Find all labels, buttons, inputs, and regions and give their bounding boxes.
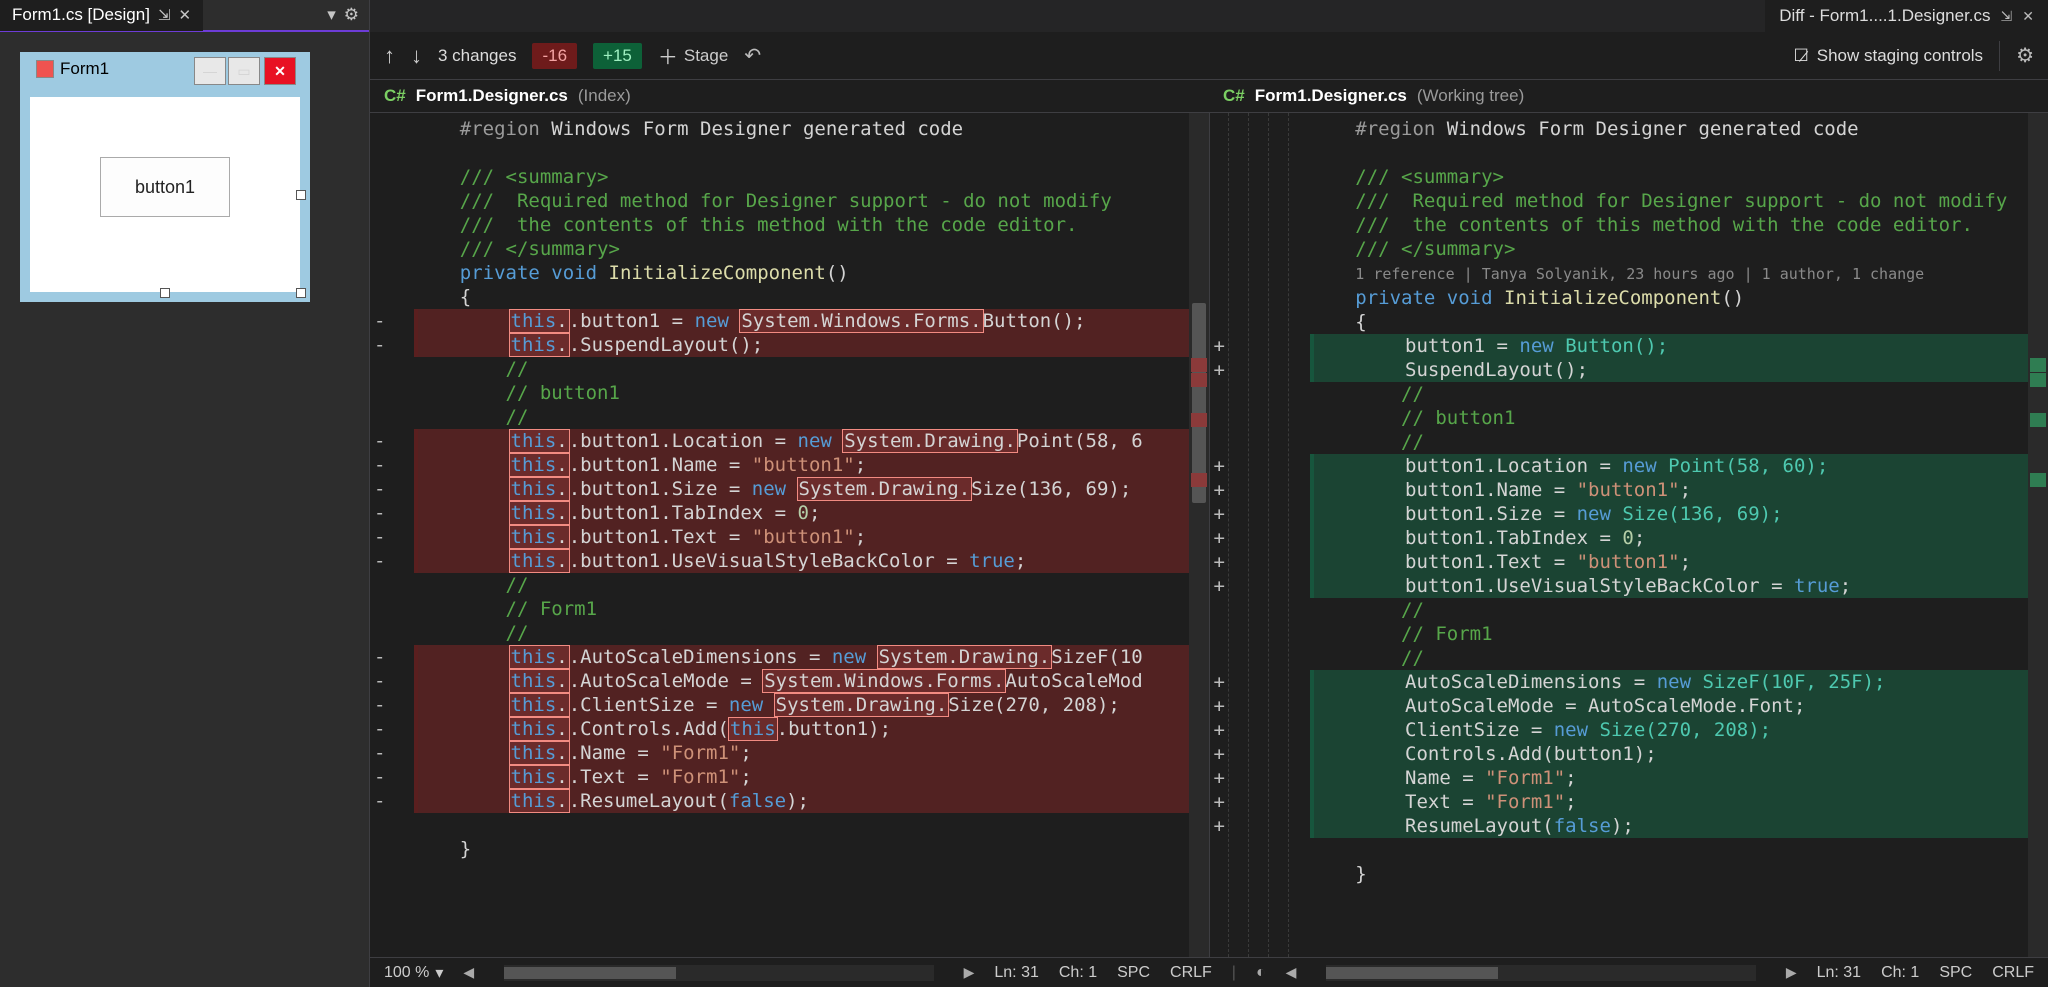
eol-indicator[interactable]: CRLF [1170,964,1212,982]
settings-icon[interactable]: ⚙ [2016,43,2034,68]
eol-indicator[interactable]: CRLF [1992,964,2034,982]
code-left[interactable]: #region Windows Form Designer generated … [370,113,1209,861]
designer-pane: Form1.cs [Design] ⇲ ✕ ▾ ⚙ Form1 — ▭ ✕ bu… [0,0,370,987]
diff-area: #region Windows Form Designer generated … [370,113,2048,957]
additions-badge: +15 [593,43,642,69]
resize-handle[interactable] [160,288,170,298]
close-icon[interactable]: ✕ [179,6,192,24]
file-header-right: C# Form1.Designer.cs (Working tree) [1209,80,2048,112]
resize-handle[interactable] [296,288,306,298]
scrollbar-right[interactable] [2028,113,2048,957]
tab-form-design[interactable]: Form1.cs [Design] ⇲ ✕ [0,0,203,31]
hscrollbar[interactable] [504,965,933,981]
stage-button[interactable]: ＋ Stage [658,41,728,70]
codelens-icon[interactable]: ◐ [1256,964,1266,982]
resize-handle[interactable] [296,190,306,200]
winform-preview[interactable]: Form1 — ▭ ✕ button1 [20,52,310,302]
file-header-left: C# Form1.Designer.cs (Index) [370,80,1209,112]
next-change-button[interactable]: ↓ [411,43,422,69]
close-button[interactable]: ✕ [264,57,296,85]
status-bar: 100 %▾ ◀ ▶ Ln: 31 Ch: 1 SPC CRLF | ◐ ◀ ▶… [370,957,2048,987]
undo-button[interactable]: ↶ [744,43,761,68]
prev-change-button[interactable]: ↑ [384,43,395,69]
close-icon[interactable]: ✕ [2022,8,2034,25]
plus-icon: ＋ [658,41,678,70]
tab-bar: Form1.cs [Design] ⇲ ✕ ▾ ⚙ [0,0,369,32]
diff-toolbar: ↑ ↓ 3 changes -16 +15 ＋ Stage ↶ ☐̷ Show … [370,32,2048,80]
button1-control[interactable]: button1 [100,157,230,217]
gear-icon[interactable]: ⚙ [344,5,359,25]
show-staging-button[interactable]: ☐̷ Show staging controls [1793,46,1983,66]
zoom-control[interactable]: 100 %▾ [384,963,443,983]
tab-label: Form1.cs [Design] [12,5,150,25]
scroll-left-icon[interactable]: ◀ [463,964,474,981]
indent-indicator[interactable]: SPC [1117,964,1150,982]
minimize-button[interactable]: — [194,57,226,85]
tab-diff[interactable]: Diff - Form1....1.Designer.cs ⇲ ✕ [1765,0,2048,32]
pin-icon[interactable]: ⇲ [158,6,171,24]
diff-pane: Diff - Form1....1.Designer.cs ⇲ ✕ ↑ ↓ 3 … [370,0,2048,987]
maximize-button[interactable]: ▭ [228,57,260,85]
dropdown-icon[interactable]: ▾ [327,5,336,25]
scroll-right-icon[interactable]: ▶ [1786,964,1797,981]
code-pane-right[interactable]: #region Windows Form Designer generated … [1210,113,2048,957]
file-headers: C# Form1.Designer.cs (Index) C# Form1.De… [370,80,2048,113]
designer-surface[interactable]: Form1 — ▭ ✕ button1 [0,32,369,987]
checkbox-icon: ☐̷ [1793,46,1808,66]
scroll-right-icon[interactable]: ▶ [964,964,975,981]
code-right[interactable]: #region Windows Form Designer generated … [1210,113,2048,886]
form-icon [36,60,54,78]
line-indicator[interactable]: Ln: 31 [1817,964,1861,982]
code-pane-left[interactable]: #region Windows Form Designer generated … [370,113,1210,957]
changes-count: 3 changes [438,46,516,66]
csharp-icon: C# [1223,86,1245,106]
pin-icon[interactable]: ⇲ [2001,8,2013,25]
hscrollbar[interactable] [1326,965,1755,981]
col-indicator[interactable]: Ch: 1 [1059,964,1097,982]
csharp-icon: C# [384,86,406,106]
scroll-thumb[interactable] [504,967,676,979]
line-indicator[interactable]: Ln: 31 [994,964,1038,982]
winform-title: Form1 [36,59,109,79]
diff-tab-bar: Diff - Form1....1.Designer.cs ⇲ ✕ [370,0,2048,32]
scroll-thumb[interactable] [1326,967,1498,979]
indent-indicator[interactable]: SPC [1939,964,1972,982]
deletions-badge: -16 [532,43,577,69]
diff-tab-label: Diff - Form1....1.Designer.cs [1779,6,1990,26]
scrollbar-left[interactable] [1189,113,1209,957]
col-indicator[interactable]: Ch: 1 [1881,964,1919,982]
scroll-left-icon[interactable]: ◀ [1286,964,1297,981]
